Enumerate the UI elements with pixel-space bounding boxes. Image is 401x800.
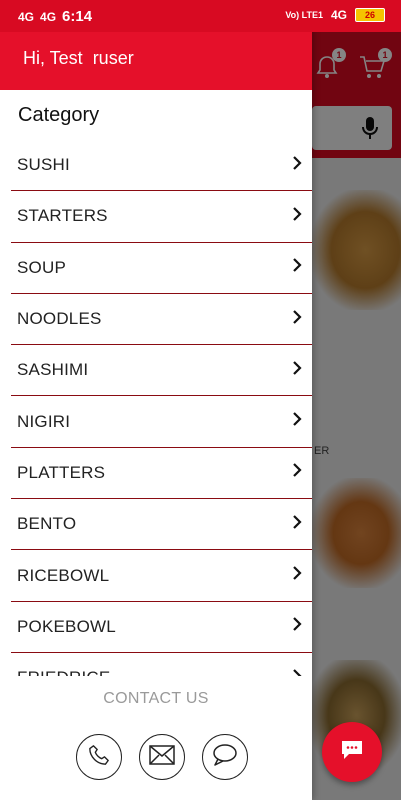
category-list[interactable]: SUSHI STARTERS SOUP NOODLES SASHIMI NIGIRI PLA…	[11, 140, 312, 676]
chevron-right-icon	[290, 258, 304, 277]
chat-button[interactable]	[202, 734, 248, 780]
category-item-label: POKEBOWL	[17, 616, 116, 636]
category-item-starters[interactable]: STARTERS	[11, 191, 312, 243]
category-item-label: NOODLES	[17, 309, 102, 329]
signal-label: 4G	[18, 9, 35, 24]
volte-label: Vo) LTE1	[285, 10, 323, 20]
drawer-header: Hi, Test ruser	[0, 32, 312, 90]
phone-icon	[88, 744, 110, 771]
chevron-right-icon	[290, 207, 304, 226]
navigation-drawer: Hi, Test ruser Category SUSHI STARTERS SOU…	[0, 0, 312, 800]
mail-icon	[149, 744, 175, 770]
chevron-right-icon	[290, 309, 304, 329]
category-item-soup[interactable]: SOUP	[11, 243, 312, 294]
chevron-right-icon	[290, 361, 304, 380]
category-item-nigiri[interactable]: NIGIRI	[11, 396, 312, 448]
category-item-noodles[interactable]: NOODLES	[11, 294, 312, 346]
battery-icon: 26	[355, 8, 385, 22]
category-item-label: RICEBOWL	[17, 565, 110, 585]
chevron-right-icon	[290, 566, 304, 585]
contact-us-label: CONTACT US	[103, 690, 209, 707]
signal-label-2: 4G	[40, 9, 57, 24]
status-bar: 4G 4G 6:14 Vo) LTE1 4G 26	[0, 0, 401, 32]
category-item-ricebowl[interactable]: RICEBOWL	[11, 550, 312, 602]
signal-label-right: 4G	[330, 8, 347, 22]
category-item-platters[interactable]: PLATTERS	[11, 448, 312, 500]
email-button[interactable]	[139, 734, 185, 780]
category-item-sushi[interactable]: SUSHI	[11, 140, 312, 192]
category-item-label: SASHIMI	[17, 360, 89, 380]
category-item-label: STARTERS	[17, 206, 108, 226]
chevron-right-icon	[290, 617, 304, 636]
category-item-bento[interactable]: BENTO	[11, 499, 312, 551]
category-item-label: PLATTERS	[17, 462, 106, 482]
chat-icon	[340, 739, 364, 766]
chevron-right-icon	[290, 412, 304, 431]
category-item-label: SUSHI	[17, 155, 70, 175]
category-item-pokebowl[interactable]: POKEBOWL	[11, 602, 312, 653]
chevron-right-icon	[290, 155, 304, 175]
chat-bubble-icon	[212, 743, 238, 772]
category-item-sashimi[interactable]: SASHIMI	[11, 345, 312, 397]
user-greeting: Hi, Test ruser	[23, 48, 134, 68]
category-item-label: NIGIRI	[17, 411, 71, 431]
contact-actions	[76, 734, 248, 780]
chevron-right-icon	[290, 463, 304, 482]
category-item-friedrice[interactable]: FRIEDRICE	[11, 653, 312, 676]
category-item-label: BENTO	[17, 514, 77, 534]
category-item-label: SOUP	[17, 257, 66, 277]
category-heading: Category	[18, 104, 100, 126]
chevron-right-icon	[290, 514, 304, 534]
category-item-label: FRIEDRICE	[17, 668, 110, 676]
chevron-right-icon	[290, 668, 304, 676]
battery-level: 26	[364, 10, 375, 20]
clock: 6:14	[62, 8, 93, 25]
phone-button[interactable]	[76, 734, 122, 780]
chat-fab-button[interactable]	[322, 722, 382, 782]
